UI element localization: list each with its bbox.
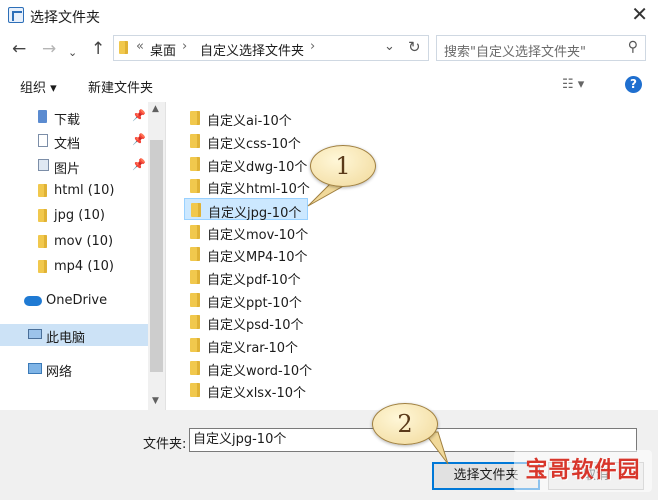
cloud-icon — [24, 296, 42, 306]
title-bar: 选择文件夹 ✕ — [0, 0, 658, 30]
app-icon — [8, 7, 24, 23]
view-options-icon[interactable]: ☷ ▾ — [562, 77, 584, 92]
pin-icon[interactable]: 📌 — [132, 158, 146, 171]
folder-icon — [191, 203, 201, 217]
list-item-selected[interactable]: 自定义jpg-10个 — [184, 198, 308, 221]
file-name: 自定义word-10个 — [207, 364, 313, 379]
document-icon — [38, 134, 48, 147]
watermark-logo: 宝哥软件园 — [514, 450, 652, 492]
folder-icon — [190, 361, 200, 375]
up-arrow-icon[interactable]: ↑ — [91, 39, 105, 59]
address-bar[interactable]: « 桌面 › 自定义选择文件夹 › ⌄ ↻ — [113, 35, 429, 61]
scroll-up-icon[interactable]: ▲ — [152, 104, 159, 114]
file-list: 自定义ai-10个 自定义css-10个 自定义dwg-10个 自定义html-… — [167, 102, 658, 410]
folder-icon — [190, 111, 200, 125]
file-name: 自定义html-10个 — [207, 182, 310, 197]
sidebar-item-network[interactable]: 网络 — [0, 358, 148, 380]
folder-icon — [38, 184, 47, 197]
sidebar-item-label: mp4 (10) — [54, 259, 115, 274]
file-name: 自定义mov-10个 — [207, 228, 309, 243]
sidebar-scrollbar[interactable]: ▲ ▼ — [148, 102, 165, 410]
command-bar: 组织 ▾ 新建文件夹 ☷ ▾ ? — [0, 68, 658, 102]
recent-dropdown-icon[interactable]: ⌄ — [68, 43, 77, 63]
sidebar-item-label: 网络 — [46, 365, 73, 380]
folder-icon — [38, 260, 47, 273]
picture-icon — [38, 159, 49, 171]
search-box[interactable]: 搜索"自定义选择文件夹" ⚲ — [436, 35, 646, 61]
folder-icon — [190, 383, 200, 397]
callout-two: 2 — [372, 403, 438, 445]
sidebar-item-this-pc[interactable]: 此电脑 — [0, 324, 148, 346]
folder-icon — [190, 225, 200, 239]
sidebar-item-html[interactable]: html (10) — [0, 180, 148, 202]
network-icon — [28, 363, 42, 374]
folder-icon — [190, 293, 200, 307]
overflow-chevron-icon[interactable]: « — [136, 39, 144, 54]
file-name: 自定义css-10个 — [207, 137, 301, 152]
callout-one: 1 — [310, 145, 376, 187]
sidebar-item-label: mov (10) — [54, 234, 114, 249]
folder-icon — [190, 134, 200, 148]
sidebar-item-label: 此电脑 — [46, 331, 86, 346]
sidebar-item-documents[interactable]: 文档 📌 — [0, 130, 148, 152]
navigation-pane: 下载 📌 文档 📌 图片 📌 html (10) jpg (10) mov (1… — [0, 102, 166, 410]
help-icon[interactable]: ? — [625, 76, 642, 93]
breadcrumb-separator-icon[interactable]: › — [310, 39, 315, 54]
search-icon: ⚲ — [627, 39, 638, 55]
folder-label: 文件夹: — [143, 437, 187, 452]
window-title: 选择文件夹 — [30, 10, 100, 26]
organize-button[interactable]: 组织 ▾ — [20, 77, 57, 96]
sidebar-item-label: OneDrive — [46, 293, 108, 308]
scroll-down-icon[interactable]: ▼ — [152, 396, 159, 406]
folder-icon — [190, 338, 200, 352]
download-icon — [38, 110, 47, 123]
address-dropdown-icon[interactable]: ⌄ — [384, 39, 395, 54]
folder-icon — [190, 247, 200, 261]
sidebar-item-label: 图片 — [54, 162, 81, 177]
file-name: 自定义xlsx-10个 — [207, 386, 307, 401]
scrollbar-thumb[interactable] — [150, 140, 163, 372]
pin-icon[interactable]: 📌 — [132, 109, 146, 122]
sidebar-item-label: jpg (10) — [54, 208, 105, 223]
breadcrumb-separator-icon[interactable]: › — [182, 39, 187, 54]
sidebar-item-label: html (10) — [54, 183, 115, 198]
breadcrumb-current[interactable]: 自定义选择文件夹 — [200, 40, 304, 59]
folder-icon — [190, 157, 200, 171]
sidebar-item-label: 下载 — [54, 113, 81, 128]
file-name: 自定义ai-10个 — [207, 114, 292, 129]
folder-icon — [38, 209, 47, 222]
pin-icon[interactable]: 📌 — [132, 133, 146, 146]
close-icon[interactable]: ✕ — [631, 3, 648, 25]
search-input[interactable]: 搜索"自定义选择文件夹" — [444, 41, 586, 60]
new-folder-button[interactable]: 新建文件夹 — [88, 77, 153, 96]
folder-icon — [119, 41, 128, 54]
file-name: 自定义MP4-10个 — [207, 250, 308, 265]
folder-icon — [38, 235, 47, 248]
file-name: 自定义rar-10个 — [207, 341, 299, 356]
sidebar-item-jpg[interactable]: jpg (10) — [0, 205, 148, 227]
sidebar-item-onedrive[interactable]: OneDrive — [0, 290, 148, 312]
sidebar-item-mp4[interactable]: mp4 (10) — [0, 256, 148, 278]
file-name: 自定义jpg-10个 — [208, 206, 302, 221]
folder-icon — [190, 270, 200, 284]
address-row: ← → ⌄ ↑ « 桌面 › 自定义选择文件夹 › ⌄ ↻ 搜索"自定义选择文件… — [0, 35, 658, 65]
folder-icon — [190, 315, 200, 329]
sidebar-item-label: 文档 — [54, 137, 81, 152]
back-arrow-icon[interactable]: ← — [12, 39, 26, 59]
file-name: 自定义dwg-10个 — [207, 160, 308, 175]
sidebar-item-pictures[interactable]: 图片 📌 — [0, 155, 148, 177]
computer-icon — [28, 329, 42, 339]
file-name: 自定义pdf-10个 — [207, 273, 301, 288]
folder-icon — [190, 179, 200, 193]
breadcrumb-desktop[interactable]: 桌面 — [150, 40, 176, 59]
sidebar-item-downloads[interactable]: 下载 📌 — [0, 106, 148, 128]
file-name: 自定义psd-10个 — [207, 318, 304, 333]
sidebar-item-mov[interactable]: mov (10) — [0, 231, 148, 253]
forward-arrow-icon[interactable]: → — [42, 39, 56, 59]
file-name: 自定义ppt-10个 — [207, 296, 302, 311]
refresh-icon[interactable]: ↻ — [408, 38, 421, 56]
